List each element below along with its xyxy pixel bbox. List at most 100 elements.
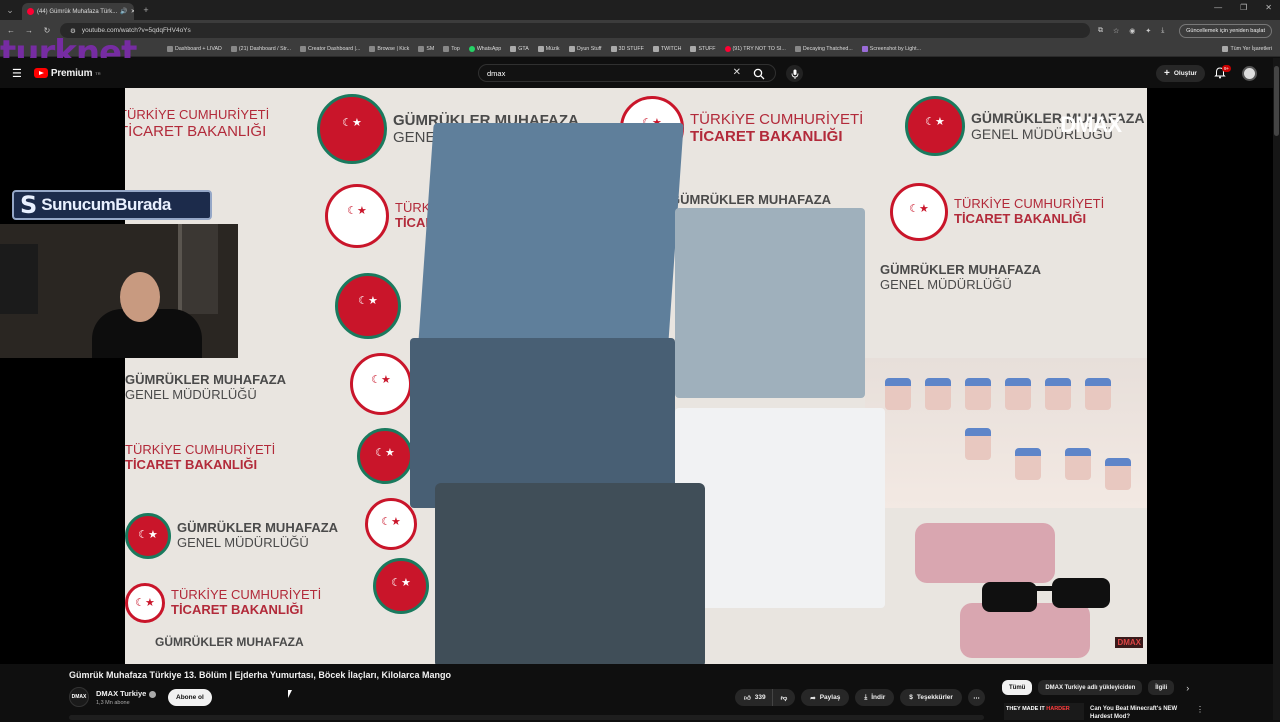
create-button[interactable]: + Oluştur [1156, 65, 1205, 82]
youtube-play-icon [33, 68, 48, 78]
bookmark-item[interactable]: TWITCH [652, 45, 681, 52]
vial [965, 378, 991, 410]
backdrop-line: GÜMRÜKLER MUHAFAZA [155, 635, 304, 649]
backdrop-logo: TÜRKİYE CUMHURİYETİTİCARET BAKANLIĞI [890, 183, 1104, 241]
download-button[interactable]: ⤓ İndir [855, 689, 895, 706]
jeans-stack [416, 123, 684, 373]
search-input[interactable]: dmax ✕ [478, 64, 776, 82]
maximize-icon[interactable]: ❐ [1240, 3, 1247, 12]
folder-icon [537, 45, 544, 52]
bookmark-item[interactable]: (91) TRY NOT TO SI... [724, 45, 786, 52]
folder-icon [568, 45, 575, 52]
tab-close-icon[interactable]: ✕ [131, 8, 134, 15]
bookmark-item[interactable]: 3D STUFF [610, 45, 644, 52]
sunucum-text: SunucumBurada [41, 195, 171, 214]
recommended-thumbnail[interactable]: THEY MADE IT HARDER [1004, 703, 1084, 720]
bookmark-item[interactable]: SM [418, 45, 434, 52]
share-icon: ➦ [810, 694, 816, 702]
browser-tab[interactable]: (44) Gümrük Muhafaza Türk... 🔊 ✕ [22, 3, 134, 20]
bookmark-item[interactable]: STUFF [690, 45, 716, 52]
backdrop-logo: TÜRKİYE CUMHURİYETİTİCARET BAKANLIĞI [125, 107, 270, 140]
ministry-seal-icon [325, 184, 389, 248]
notification-badge: 9+ [1222, 65, 1232, 72]
bookmark-item[interactable]: Dashboard + LIVAD [167, 45, 222, 52]
customs-seal-icon [373, 558, 429, 614]
account-avatar[interactable] [1242, 66, 1257, 81]
bookmark-item[interactable]: Top [443, 45, 460, 52]
facecam-door [178, 224, 218, 314]
chip-all[interactable]: Tümü [1002, 680, 1033, 695]
all-bookmarks[interactable]: Tüm Yer İşaretleri [1222, 45, 1272, 52]
new-tab-icon[interactable]: + [140, 4, 152, 16]
channel-avatar[interactable]: DMAX [69, 687, 89, 707]
search-icon[interactable] [753, 68, 765, 80]
clear-search-icon[interactable]: ✕ [733, 67, 741, 78]
facecam-overlay [0, 224, 238, 358]
thanks-button[interactable]: $ Teşekkürler [900, 689, 962, 706]
backdrop-logo: GÜMRÜKLER MUHAFAZA [670, 192, 831, 208]
dislike-button[interactable]: 👎︎ [771, 689, 796, 706]
tshirt-pile [675, 408, 885, 608]
more-actions-icon[interactable]: ⋯ [967, 689, 985, 706]
backdrop-text: GÜMRÜKLER MUHAFAZAGENEL MÜDÜRLÜĞÜ [177, 520, 339, 551]
bookmark-icon [443, 45, 450, 52]
video-player[interactable]: TÜRKİYE CUMHURİYETİTİCARET BAKANLIĞI GÜM… [0, 88, 1273, 664]
bookmarks-bar: Dashboard + LIVAD (21) Dashboard / Str..… [0, 41, 1280, 57]
backdrop-line: GÜMRÜKLER MUHAFAZA [177, 520, 339, 536]
bookmark-item[interactable]: Müzik [537, 45, 560, 52]
share-button[interactable]: ➦ Paylaş [801, 689, 850, 706]
tab-list-icon[interactable]: ⌄ [4, 4, 16, 16]
puzzle-icon[interactable]: ✦ [1145, 27, 1151, 35]
bookmark-item[interactable]: (21) Dashboard / Str... [230, 45, 291, 52]
backdrop-line: TÜRKİYE CUMHURİYETİ [171, 587, 322, 603]
browser-tab-bar: ⌄ (44) Gümrük Muhafaza Türk... 🔊 ✕ + — ❐… [0, 0, 1280, 20]
backdrop-line: GÜMRÜKLER MUHAFAZA [125, 372, 287, 387]
thumb-text: THEY MADE IT [1006, 706, 1045, 712]
cast-icon[interactable]: ⧉ [1098, 27, 1103, 35]
bookmark-item[interactable]: Oyun Stuff [568, 45, 602, 52]
bookmark-star-icon[interactable]: ☆ [1113, 27, 1119, 35]
download-icon[interactable]: ⤓ [1161, 27, 1164, 35]
logo-country: TR [95, 70, 101, 76]
video-actions: 👍︎ 339 👎︎ ➦ Paylaş ⤓ İndir $ Teşekkürler… [735, 689, 985, 706]
subscribe-button[interactable]: Abone ol [168, 689, 212, 706]
chevron-right-icon[interactable]: › [1186, 683, 1189, 693]
backdrop-line: TİCARET BAKANLIĞI [690, 128, 843, 145]
sunucumburada-overlay: S SunucumBurada [12, 190, 212, 220]
chip-from-uploader[interactable]: DMAX Turkiye adlı yükleyiciden [1038, 680, 1143, 695]
youtube-logo[interactable]: Premium TR [33, 68, 101, 79]
recommended-title[interactable]: Can You Beat Minecraft's NEW Hardest Mod… [1090, 706, 1190, 722]
backdrop-line: TÜRKİYE CUMHURİYETİ [125, 107, 270, 122]
scrollbar-thumb[interactable] [1274, 66, 1279, 136]
bookmark-item[interactable]: Creator Dashboard |... [300, 45, 360, 52]
backdrop-logo: GÜMRÜKLER MUHAFAZAGENEL MÜDÜRLÜĞÜ [125, 513, 338, 559]
bookmark-item[interactable]: WhatsApp [468, 45, 501, 52]
backdrop-line: TİCARET BAKANLIĞI [954, 211, 1087, 226]
vial [1045, 378, 1071, 410]
backdrop-text: TÜRKİYE CUMHURİYETİTİCARET BAKANLIĞI [125, 442, 275, 473]
tab-audio-icon[interactable]: 🔊 [120, 8, 127, 15]
voice-search-icon[interactable] [786, 65, 803, 82]
video-frame[interactable]: TÜRKİYE CUMHURİYETİTİCARET BAKANLIĞI GÜM… [125, 88, 1147, 664]
backdrop-text: TÜRKİYE CUMHURİYETİTİCARET BAKANLIĞI [690, 111, 863, 146]
update-button[interactable]: Güncellemek için yeniden başlat [1179, 23, 1272, 38]
bookmark-item[interactable]: GTA [510, 45, 529, 52]
page-scrollbar[interactable] [1273, 58, 1280, 720]
bookmark-item[interactable]: Decaying Thatched... [794, 45, 853, 52]
close-window-icon[interactable]: ✕ [1265, 3, 1272, 12]
extension-icon[interactable]: ◉ [1129, 27, 1135, 35]
bookmark-item[interactable]: Browse | Kick [369, 45, 409, 52]
recommended-more-icon[interactable]: ⋮ [1196, 705, 1204, 714]
channel-name[interactable]: DMAX Turkiye [96, 689, 157, 698]
minimize-icon[interactable]: — [1214, 3, 1222, 12]
bookmark-item[interactable]: Screenshot by Light... [861, 45, 921, 52]
facecam-shelf [0, 244, 38, 314]
bookmark-icon [230, 45, 237, 52]
url-field[interactable]: ⚙ youtube.com/watch?v=5qdqFHV4oYs [60, 23, 1090, 38]
backdrop-line: GENEL MÜDÜRLÜĞÜ [880, 276, 1012, 292]
dmax-corner-logo: DMAX [1115, 637, 1143, 648]
chip-related[interactable]: İlgili [1148, 680, 1175, 695]
menu-icon[interactable]: ☰ [12, 67, 22, 80]
dmax-watermark: DMAX [1060, 112, 1122, 137]
like-button[interactable]: 👍︎ 339 [735, 689, 772, 706]
